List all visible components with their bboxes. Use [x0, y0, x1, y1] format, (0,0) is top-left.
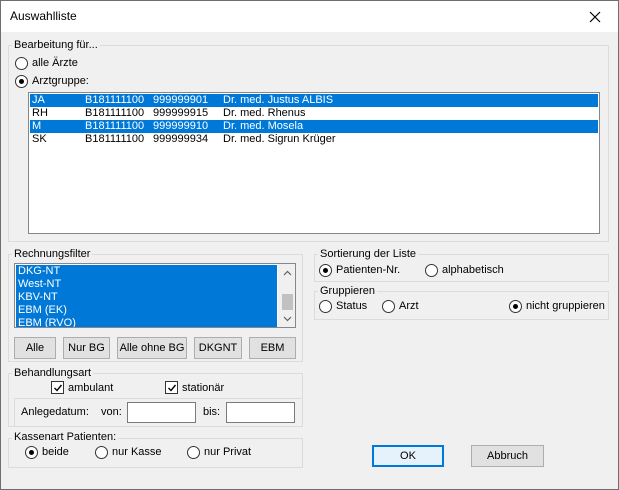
radio-nur-kasse[interactable]: nur Kasse [95, 446, 162, 459]
doctor-id: 999999901 [153, 94, 209, 106]
radio-status[interactable]: Status [319, 300, 367, 313]
doctor-row[interactable]: M B181111100 999999910 Dr. med. Mosela [30, 120, 598, 133]
ambulant-label: ambulant [68, 381, 114, 394]
rechnungsfilter-label: Rechnungsfilter [12, 248, 93, 260]
doctor-row[interactable]: RH B181111100 999999915 Dr. med. Rhenus [30, 107, 598, 120]
radio-nur-kasse-label: nur Kasse [112, 446, 162, 458]
behandlungsart-label: Behandlungsart [12, 367, 94, 379]
chevron-up-icon [283, 270, 292, 275]
radio-status-indicator [319, 300, 332, 313]
stationaer-checkbox[interactable]: stationär [165, 381, 224, 394]
kassenart-label: Kassenart Patienten: [12, 431, 119, 443]
bis-date-input[interactable] [226, 402, 295, 423]
radio-status-label: Status [336, 300, 368, 312]
anlegedatum-label: Anlegedatum: [21, 406, 89, 418]
filter-item[interactable]: KBV-NT [16, 291, 277, 304]
radio-nur-privat-label: nur Privat [204, 446, 252, 458]
von-label: von: [101, 406, 122, 418]
abbruch-button[interactable]: Abbruch [471, 445, 544, 467]
stationaer-checkbox-box [165, 381, 178, 394]
radio-patienten-nr-indicator [319, 264, 332, 277]
radio-arzt-label: Arzt [399, 300, 419, 312]
scroll-down-button[interactable] [279, 310, 295, 327]
title-bar: Auswahlliste [1, 1, 618, 32]
filter-scrollbar[interactable] [278, 264, 295, 327]
alle-ohne-bg-button[interactable]: Alle ohne BG [117, 337, 187, 359]
radio-nicht-gruppieren-label: nicht gruppieren [526, 300, 605, 312]
chevron-down-icon [283, 316, 292, 321]
radio-beide-indicator [25, 446, 38, 459]
doctor-name: Dr. med. Mosela [223, 120, 304, 132]
radio-beide[interactable]: beide [25, 446, 69, 459]
sortierung-label: Sortierung der Liste [318, 248, 418, 260]
radio-nur-privat[interactable]: nur Privat [187, 446, 251, 459]
radio-alphabetisch[interactable]: alphabetisch [425, 264, 504, 277]
doctor-code: SK [32, 133, 47, 145]
radio-alle-aerzte-label: alle Ärzte [32, 57, 78, 69]
checkmark-icon [53, 384, 62, 392]
filter-item[interactable]: West-NT [16, 278, 277, 291]
bearbeitung-label: Bearbeitung für... [12, 39, 100, 51]
alle-button[interactable]: Alle [14, 337, 56, 359]
window-title: Auswahlliste [10, 9, 77, 23]
radio-arztgruppe-indicator [15, 75, 28, 88]
doctor-id: 999999934 [153, 133, 209, 145]
doctor-row[interactable]: SK B181111100 999999934 Dr. med. Sigrun … [30, 133, 598, 146]
scroll-up-button[interactable] [279, 264, 295, 281]
filter-list: DKG-NT West-NT KBV-NT EBM (EK) EBM (RVO) [16, 265, 277, 327]
radio-arzt-indicator [382, 300, 395, 313]
ambulant-checkbox-box [51, 381, 64, 394]
filter-item[interactable]: DKG-NT [16, 265, 277, 278]
stationaer-label: stationär [182, 381, 225, 394]
ambulant-checkbox[interactable]: ambulant [51, 381, 113, 394]
gruppieren-label: Gruppieren [318, 285, 378, 297]
doctor-nr: B181111100 [85, 133, 145, 145]
doctor-code: RH [32, 107, 48, 119]
radio-arzt[interactable]: Arzt [382, 300, 419, 313]
doctor-nr: B181111100 [85, 107, 145, 119]
scroll-thumb[interactable] [282, 294, 293, 310]
radio-beide-label: beide [42, 446, 69, 458]
radio-nur-kasse-indicator [95, 446, 108, 459]
doctor-nr: B181111100 [85, 94, 145, 106]
radio-patienten-nr-label: Patienten-Nr. [336, 264, 401, 276]
doctor-nr: B181111100 [85, 120, 145, 132]
radio-nicht-gruppieren-indicator [509, 300, 522, 313]
radio-alle-aerzte-indicator [15, 57, 28, 70]
bis-label: bis: [203, 406, 221, 418]
radio-alphabetisch-label: alphabetisch [442, 264, 504, 276]
radio-alle-aerzte[interactable]: alle Ärzte [15, 57, 78, 70]
doctor-code: M [32, 120, 42, 132]
radio-arztgruppe[interactable]: Arztgruppe: [15, 75, 89, 88]
close-button[interactable] [572, 1, 618, 32]
dkgnt-button[interactable]: DKGNT [194, 337, 242, 359]
doctor-id: 999999910 [153, 120, 209, 132]
checkmark-icon [167, 384, 176, 392]
radio-arztgruppe-label: Arztgruppe: [32, 75, 89, 87]
doctor-code: JA [32, 94, 45, 106]
doctor-id: 999999915 [153, 107, 209, 119]
close-icon [589, 11, 601, 22]
filter-item[interactable]: EBM (RVO) [16, 317, 277, 327]
ok-button[interactable]: OK [372, 445, 444, 467]
nur-bg-button[interactable]: Nur BG [63, 337, 110, 359]
rechnungsfilter-listbox[interactable]: DKG-NT West-NT KBV-NT EBM (EK) EBM (RVO) [14, 263, 296, 328]
von-date-input[interactable] [127, 402, 196, 423]
ebm-button[interactable]: EBM [249, 337, 296, 359]
radio-patienten-nr[interactable]: Patienten-Nr. [319, 264, 400, 277]
auswahlliste-dialog: Auswahlliste Bearbeitung für... alle Ärz… [0, 0, 619, 490]
radio-nur-privat-indicator [187, 446, 200, 459]
doctor-name: Dr. med. Sigrun Krüger [223, 133, 336, 145]
radio-alphabetisch-indicator [425, 264, 438, 277]
filter-item[interactable]: EBM (EK) [16, 304, 277, 317]
doctor-name: Dr. med. Rhenus [223, 107, 306, 119]
doctor-row[interactable]: JA B181111100 999999901 Dr. med. Justus … [30, 94, 598, 107]
doctor-listbox[interactable]: JA B181111100 999999901 Dr. med. Justus … [28, 92, 600, 234]
doctor-name: Dr. med. Justus ALBIS [223, 94, 334, 106]
radio-nicht-gruppieren[interactable]: nicht gruppieren [509, 300, 605, 313]
